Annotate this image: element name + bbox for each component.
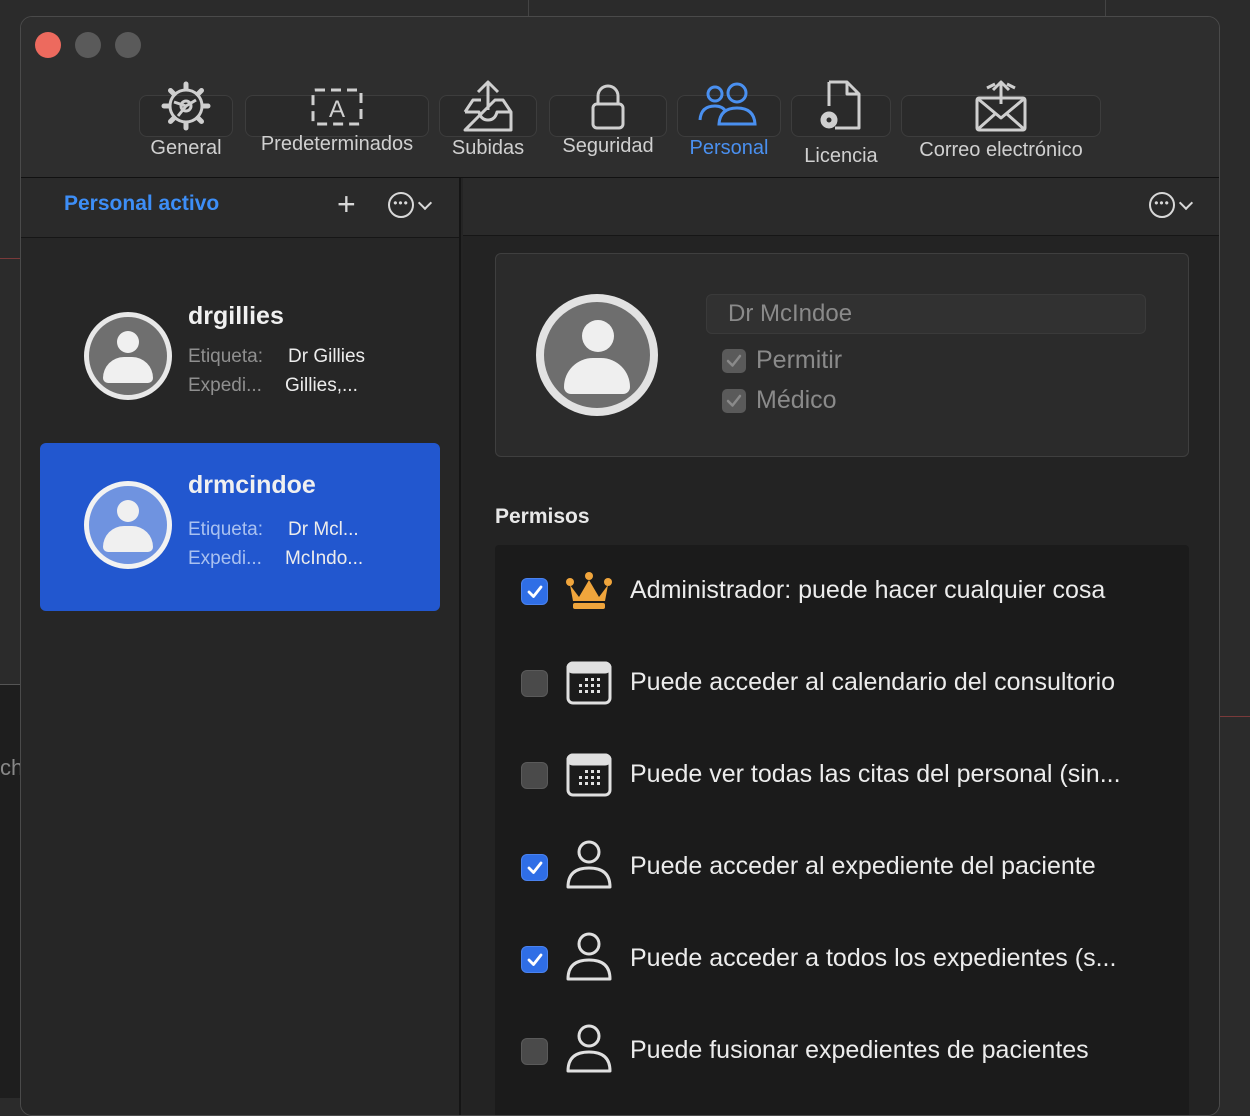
staff-username: drmcindoe (188, 471, 316, 499)
staff-tag-key: Etiqueta: (188, 519, 263, 540)
background-window: ch (0, 684, 23, 1098)
permission-checkbox[interactable] (521, 854, 548, 881)
staff-record-value: Gillies,... (285, 375, 358, 396)
toolbar-tab-correo[interactable]: Correo electrónico (901, 75, 1101, 175)
staff-record-key: Expedi... (188, 375, 262, 396)
doctor-checkbox-row[interactable]: Médico (722, 386, 837, 415)
allow-checkbox-row[interactable]: Permitir (722, 346, 842, 375)
toolbar-tab-subidas[interactable]: Subidas (439, 75, 537, 175)
toolbar-tab-personal[interactable]: Personal (677, 75, 781, 175)
toolbar: General A Predeterminados Subidas Seguri… (21, 17, 1219, 178)
staff-record-value: McIndo... (285, 548, 364, 569)
staff-username: drgillies (188, 302, 284, 330)
person-icon (563, 931, 615, 983)
permission-checkbox[interactable] (521, 762, 548, 789)
detail-header: ••• (463, 178, 1219, 236)
staff-tag-line: Etiqueta: Dr Gillies (188, 346, 365, 368)
gear-icon (160, 75, 212, 137)
avatar (84, 312, 172, 400)
permission-row[interactable]: Puede acceder al expediente del paciente (495, 821, 1189, 913)
person-icon (563, 839, 615, 891)
lock-icon (588, 75, 628, 137)
ellipsis-icon: ••• (1149, 192, 1175, 218)
background-divider (1105, 0, 1106, 16)
zoom-window-button[interactable] (115, 32, 141, 58)
chevron-down-icon (1178, 195, 1194, 210)
staff-tag-value: Dr Mcl... (288, 519, 359, 540)
sidebar-more-menu-button[interactable]: ••• (388, 192, 433, 218)
permission-row[interactable]: Puede fusionar expedientes de pacientes (495, 1005, 1189, 1097)
calendar-icon (563, 749, 615, 801)
allow-checkbox[interactable] (722, 348, 746, 373)
permission-checkbox[interactable] (521, 578, 548, 605)
sidebar-title: Personal activo (64, 192, 220, 215)
permission-label: Puede acceder al expediente del paciente (630, 852, 1096, 880)
minimize-window-button[interactable] (75, 32, 101, 58)
toolbar-tab-label: Personal (689, 137, 769, 159)
person-icon (563, 1023, 615, 1075)
envelope-icon (973, 75, 1029, 137)
toolbar-tab-licencia[interactable]: Licencia (791, 75, 891, 175)
background-line (0, 258, 22, 259)
staff-name-field[interactable]: Dr McIndoe (706, 294, 1146, 334)
doctor-label: Médico (756, 386, 837, 414)
staff-record-line: Expedi... McIndo... (188, 548, 363, 570)
staff-list-item[interactable]: drgillies Etiqueta: Dr Gillies Expedi... G… (40, 274, 440, 442)
add-staff-button[interactable]: + (337, 188, 356, 220)
upload-tray-icon (461, 75, 515, 137)
staff-detail-card: Dr McIndoe Permitir Médico (495, 253, 1189, 457)
calendar-icon (563, 657, 615, 709)
staff-sidebar: Personal activo + ••• drgillies Etiqueta… (21, 178, 461, 1115)
toolbar-tab-seguridad[interactable]: Seguridad (549, 75, 667, 175)
ellipsis-icon: ••• (388, 192, 414, 218)
background-divider (528, 0, 529, 16)
people-icon (697, 75, 761, 137)
allow-label: Permitir (756, 346, 843, 374)
avatar (84, 481, 172, 569)
permission-checkbox[interactable] (521, 946, 548, 973)
permissions-title: Permisos (495, 505, 590, 528)
svg-text:A: A (329, 96, 345, 123)
staff-record-key: Expedi... (188, 548, 262, 569)
crown-icon (563, 565, 615, 617)
permissions-list: Administrador: puede hacer cualquier cos… (495, 545, 1189, 1115)
toolbar-tab-label: Seguridad (562, 135, 654, 157)
document-gear-icon (817, 75, 865, 137)
staff-avatar[interactable] (536, 294, 658, 416)
staff-tag-key: Etiqueta: (188, 346, 263, 367)
staff-list-item-selected[interactable]: drmcindoe Etiqueta: Dr Mcl... Expedi... Mc… (40, 443, 440, 611)
permission-label: Puede acceder al calendario del consulto… (630, 668, 1116, 696)
permission-label: Puede acceder a todos los expedientes (s… (630, 944, 1117, 972)
background-line (1220, 716, 1250, 717)
toolbar-tab-label: General (150, 137, 222, 159)
text-template-icon: A (309, 75, 365, 137)
preferences-window: General A Predeterminados Subidas Seguri… (20, 16, 1220, 1116)
permission-row[interactable]: Puede acceder al calendario del consulto… (495, 637, 1189, 729)
toolbar-tab-label: Correo electrónico (919, 139, 1083, 161)
detail-more-menu-button[interactable]: ••• (1149, 192, 1194, 218)
permission-row[interactable]: Administrador: puede hacer cualquier cos… (495, 545, 1189, 637)
doctor-checkbox[interactable] (722, 388, 746, 413)
close-window-button[interactable] (35, 32, 61, 58)
sidebar-header: Personal activo + ••• (21, 178, 459, 238)
staff-tag-line: Etiqueta: Dr Mcl... (188, 519, 359, 541)
staff-tag-value: Dr Gillies (288, 346, 366, 367)
permission-label: Administrador: puede hacer cualquier cos… (630, 576, 1106, 604)
permission-label: Puede ver todas las citas del personal (… (630, 760, 1121, 788)
toolbar-tab-label: Subidas (451, 137, 525, 159)
permission-label: Puede fusionar expedientes de pacientes (630, 1036, 1089, 1064)
toolbar-tab-general[interactable]: General (139, 75, 233, 175)
staff-record-line: Expedi... Gillies,... (188, 375, 358, 397)
chevron-down-icon (417, 195, 433, 210)
staff-detail-pane: ••• Dr McIndoe Permitir Médico Permisos (463, 178, 1219, 1115)
toolbar-tab-predeterminados[interactable]: A Predeterminados (245, 75, 429, 175)
permission-row[interactable]: Puede ver todas las citas del personal (… (495, 729, 1189, 821)
permission-row[interactable]: Puede acceder a todos los expedientes (s… (495, 913, 1189, 1005)
permission-checkbox[interactable] (521, 1038, 548, 1065)
toolbar-tab-label: Licencia (804, 145, 878, 167)
permission-checkbox[interactable] (521, 670, 548, 697)
